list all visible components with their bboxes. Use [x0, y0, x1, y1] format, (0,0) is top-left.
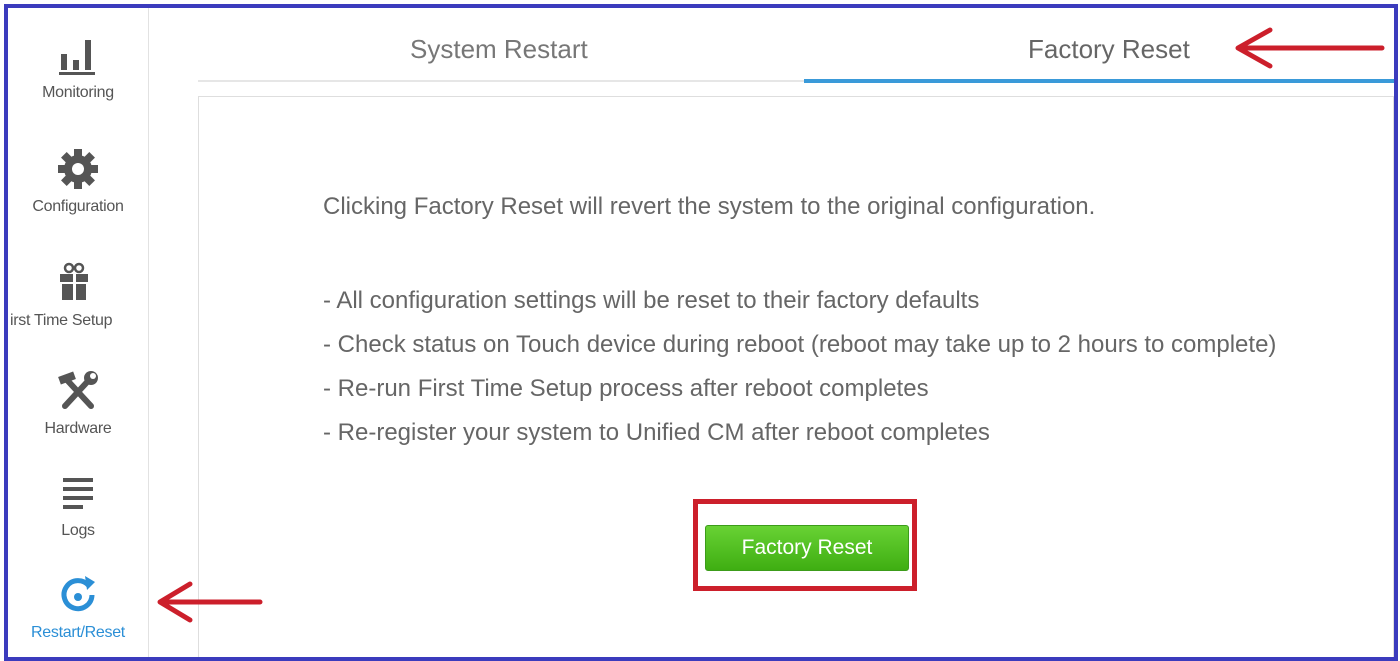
list-icon: [55, 470, 101, 516]
tab-system-restart[interactable]: System Restart: [410, 34, 588, 65]
sidebar-item-first-time-setup[interactable]: irst Time Setup: [8, 260, 148, 330]
restart-icon: [55, 572, 101, 618]
sidebar-item-label: Monitoring: [42, 84, 114, 101]
main-content: System Restart Factory Reset Clicking Fa…: [156, 16, 1394, 657]
app-frame: Monitoring Configuration irst Time Setup…: [4, 4, 1398, 661]
sidebar-item-label: Logs: [61, 522, 95, 539]
active-tab-indicator: [804, 79, 1394, 83]
tab-bar: System Restart Factory Reset: [198, 16, 1394, 83]
bar-chart-icon: [55, 32, 101, 78]
reset-effects-list: - All configuration settings will be res…: [323, 279, 1303, 455]
sidebar-item-restart-reset[interactable]: Restart/Reset: [8, 572, 148, 642]
list-item: - Check status on Touch device during re…: [323, 331, 1277, 358]
sidebar-item-monitoring[interactable]: Monitoring: [8, 32, 148, 102]
tools-icon: [55, 368, 101, 414]
list-item: - Re-register your system to Unified CM …: [323, 419, 990, 446]
sidebar-item-label: Restart/Reset: [31, 624, 125, 641]
factory-reset-panel: Clicking Factory Reset will revert the s…: [198, 96, 1394, 657]
sidebar-arrow-annotation: [157, 581, 263, 623]
sidebar-item-logs[interactable]: Logs: [8, 470, 148, 540]
factory-reset-button[interactable]: Factory Reset: [705, 525, 909, 571]
list-item: - All configuration settings will be res…: [323, 287, 980, 314]
sidebar-item-hardware[interactable]: Hardware: [8, 368, 148, 438]
sidebar-item-label: irst Time Setup: [10, 312, 113, 329]
sidebar-item-label: Hardware: [44, 420, 112, 437]
sidebar-item-label: Configuration: [32, 198, 124, 215]
tab-factory-reset[interactable]: Factory Reset: [1028, 34, 1190, 65]
tab-arrow-annotation: [1235, 27, 1385, 69]
gear-icon: [55, 146, 101, 192]
intro-text: Clicking Factory Reset will revert the s…: [323, 193, 1096, 220]
sidebar: Monitoring Configuration irst Time Setup…: [8, 8, 149, 657]
list-item: - Re-run First Time Setup process after …: [323, 375, 929, 402]
sidebar-item-configuration[interactable]: Configuration: [8, 146, 148, 216]
gift-icon: [52, 260, 98, 306]
